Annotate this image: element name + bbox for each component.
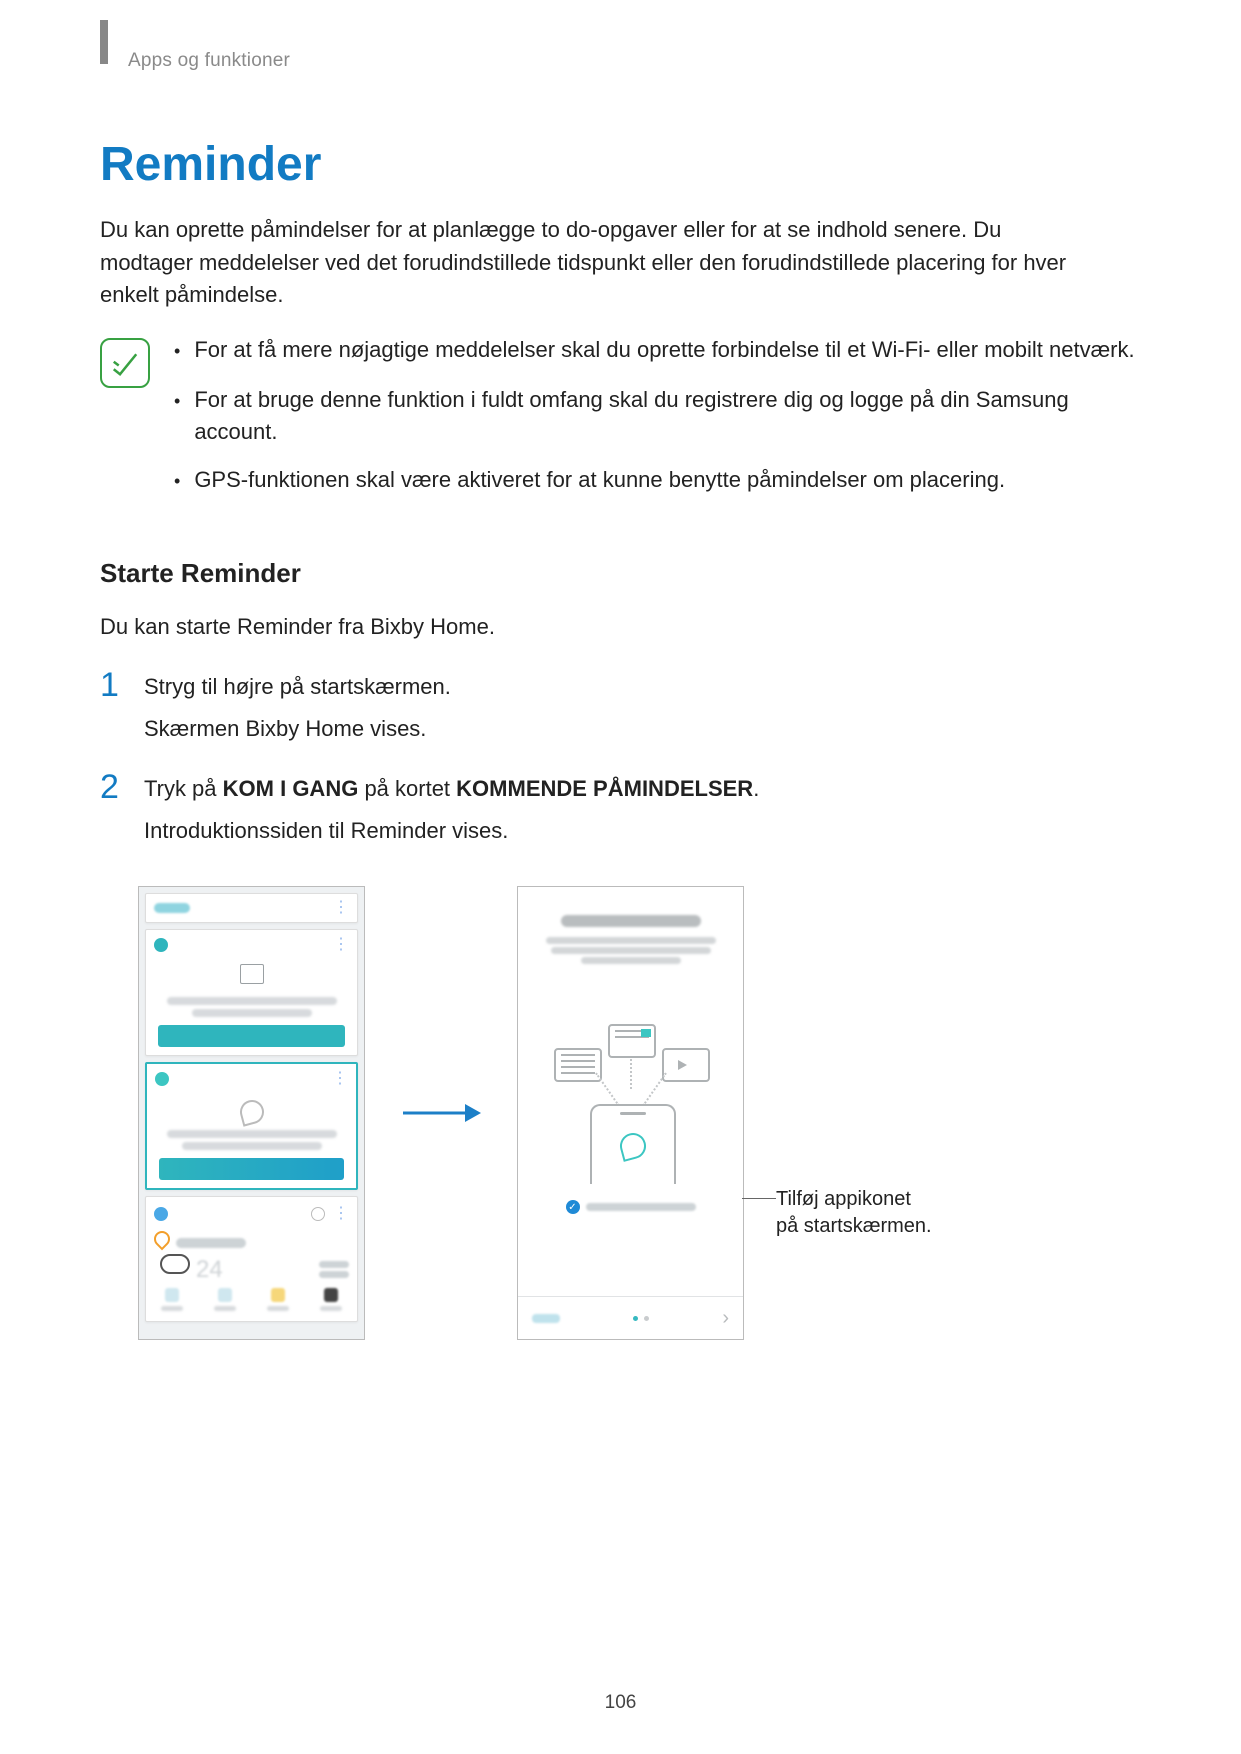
section-heading: Starte Reminder <box>100 558 1141 589</box>
forecast-icon <box>324 1288 338 1302</box>
bell-icon <box>617 1130 649 1162</box>
manual-page: Apps og funktioner Reminder Du kan opret… <box>0 0 1241 1754</box>
location-pin-icon <box>151 1228 174 1251</box>
video-illustration-icon <box>662 1048 710 1082</box>
step-number: 1 <box>100 668 124 746</box>
text-blur <box>319 1261 349 1268</box>
intro-title-blur <box>561 915 701 927</box>
chevron-right-icon: › <box>722 1307 729 1330</box>
note-item: •For at bruge denne funktion i fuldt omf… <box>174 384 1141 448</box>
card-generic: ⋮ <box>145 893 358 923</box>
calendar-grid-icon <box>240 964 264 984</box>
arrow-right-icon <box>401 1100 481 1126</box>
callout: Tilføj appikonetpå startskærmen. <box>776 1186 932 1240</box>
forecast-icon <box>218 1288 232 1302</box>
note-icon <box>100 338 150 388</box>
bullet-icon: • <box>174 334 180 368</box>
step-body: Stryg til højre på startskærmen. Skærmen… <box>144 670 451 746</box>
checkmark-icon: ✓ <box>566 1200 580 1214</box>
card-reminder: ⋮ <box>145 1062 358 1190</box>
text-blur <box>214 1306 236 1311</box>
more-icon: ⋮ <box>332 1071 348 1087</box>
card-weather: ⋮ 24 <box>145 1196 358 1322</box>
add-to-home-row: ✓ <box>518 1200 743 1214</box>
get-started-button <box>159 1158 344 1180</box>
text-blur <box>182 1142 322 1150</box>
note-text: For at bruge denne funktion i fuldt omfa… <box>194 384 1141 448</box>
page-title: Reminder <box>100 137 1141 192</box>
note-item: • For at få mere nøjagtige meddelelser sk… <box>174 334 1141 368</box>
screenshot-reminder-intro: ✓ › <box>517 886 744 1340</box>
calendar-icon <box>154 938 168 952</box>
dotted-line <box>595 1073 620 1107</box>
step-subtext: Introduktionssiden til Reminder vises. <box>144 814 759 848</box>
callout-leader-line <box>742 1198 776 1199</box>
step-subtext: Skærmen Bixby Home vises. <box>144 712 451 746</box>
intro-illustration <box>518 1024 743 1194</box>
breadcrumb: Apps og funktioner <box>128 50 1141 72</box>
step-body: Tryk på KOM I GANG på kortet KOMMENDE PÅ… <box>144 772 759 848</box>
card-action-button <box>158 1025 345 1047</box>
intro-sub-blur <box>546 937 716 944</box>
header-rule <box>100 20 108 64</box>
cloud-icon <box>160 1254 190 1274</box>
more-icon: ⋮ <box>333 900 349 916</box>
forecast-row <box>146 1284 357 1321</box>
callout-text: Tilføj appikonetpå startskærmen. <box>776 1186 932 1240</box>
phone-illustration-icon <box>590 1104 676 1184</box>
skip-button-blur <box>532 1314 560 1323</box>
section-intro: Du kan starte Reminder fra Bixby Home. <box>100 611 1100 644</box>
figure-row: ⋮ ⋮ ⋮ ⋮ 24 <box>138 886 1141 1340</box>
step-text: Tryk på KOM I GANG på kortet KOMMENDE PÅ… <box>144 772 759 806</box>
step-number: 2 <box>100 770 124 848</box>
bullet-icon: • <box>174 384 180 448</box>
text-blur <box>167 997 337 1005</box>
dotted-line <box>642 1073 667 1107</box>
bell-icon <box>237 1097 266 1126</box>
image-illustration-icon <box>608 1024 656 1058</box>
note-text: For at få mere nøjagtige meddelelser ska… <box>194 334 1134 368</box>
text-blur <box>320 1306 342 1311</box>
card-calendar: ⋮ <box>145 929 358 1056</box>
step-1: 1 Stryg til højre på startskærmen. Skærm… <box>100 670 1141 746</box>
intro-sub-blur <box>581 957 681 964</box>
text-blur <box>267 1306 289 1311</box>
text-blur <box>192 1009 312 1017</box>
location-blur <box>176 1238 246 1248</box>
intro-paragraph: Du kan oprette påmindelser for at planlæ… <box>100 214 1100 312</box>
bullet-icon: • <box>174 464 180 498</box>
step-text: Stryg til højre på startskærmen. <box>144 670 451 704</box>
card-title-blur <box>154 903 190 913</box>
text-blur <box>167 1130 337 1138</box>
text-blur <box>161 1306 183 1311</box>
intro-nav-bar: › <box>518 1296 743 1339</box>
refresh-icon <box>311 1207 325 1221</box>
note-list: • For at få mere nøjagtige meddelelser sk… <box>174 334 1141 515</box>
note-text: GPS-funktionen skal være aktiveret for a… <box>194 464 1005 498</box>
dotted-line <box>630 1059 632 1089</box>
forecast-icon <box>271 1288 285 1302</box>
add-to-home-label-blur <box>586 1203 696 1211</box>
step-2: 2 Tryk på KOM I GANG på kortet KOMMENDE … <box>100 772 1141 848</box>
note-block: • For at få mere nøjagtige meddelelser sk… <box>100 334 1141 515</box>
reminder-icon <box>155 1072 169 1086</box>
page-number: 106 <box>0 1692 1241 1714</box>
more-icon: ⋮ <box>333 937 349 953</box>
more-icon: ⋮ <box>333 1206 349 1222</box>
intro-sub-blur <box>551 947 711 954</box>
temperature-blur: 24 <box>196 1256 223 1284</box>
note-item: • GPS-funktionen skal være aktiveret for … <box>174 464 1141 498</box>
pager-dots <box>633 1316 649 1321</box>
forecast-icon <box>165 1288 179 1302</box>
note-illustration-icon <box>554 1048 602 1082</box>
text-blur <box>319 1271 349 1278</box>
weather-icon <box>154 1207 168 1221</box>
screenshot-bixby-home: ⋮ ⋮ ⋮ ⋮ 24 <box>138 886 365 1340</box>
